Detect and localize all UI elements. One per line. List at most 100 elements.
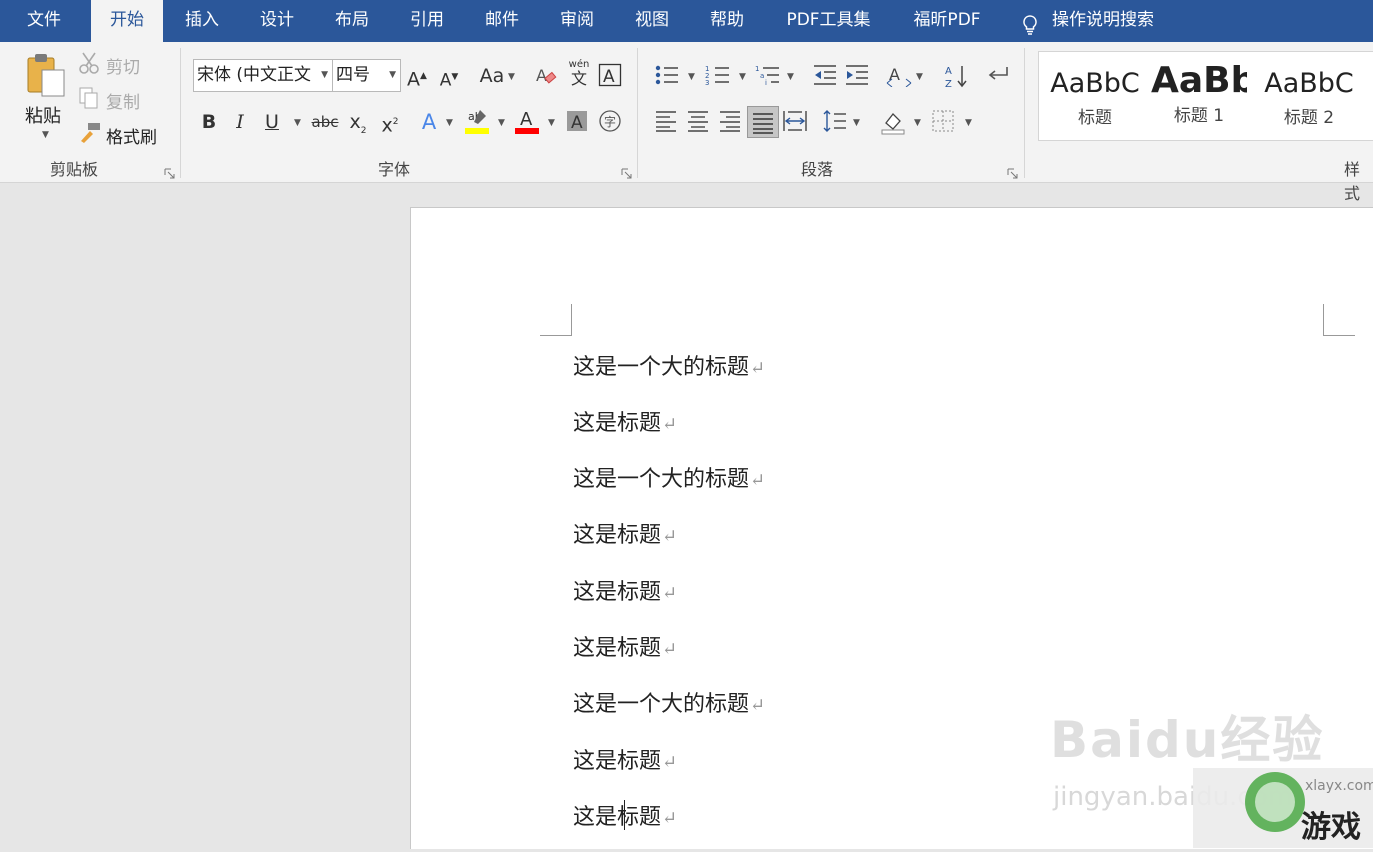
svg-text:A: A	[603, 67, 615, 87]
style-heading-2[interactable]: AaBbC 标题 2	[1257, 52, 1361, 140]
tab-view[interactable]: 视图	[616, 0, 688, 42]
format-painter-button[interactable]: 格式刷	[106, 123, 157, 148]
paragraph[interactable]: 这是标题↵	[573, 743, 677, 775]
format-painter-icon	[78, 121, 104, 147]
borders-dropdown-icon[interactable]: ▼	[965, 118, 972, 128]
paragraph-mark: ↵	[662, 752, 678, 773]
phonetic-guide-icon[interactable]: wén 文	[566, 59, 592, 91]
cut-button[interactable]: 剪切	[106, 53, 140, 78]
svg-text:A: A	[520, 109, 533, 130]
styles-group-label: 样式	[1344, 160, 1361, 203]
multilevel-dropdown-icon[interactable]: ▼	[787, 72, 794, 82]
paste-button[interactable]: 粘贴	[25, 102, 61, 128]
clear-formatting-icon[interactable]: A	[534, 63, 560, 89]
change-case-icon[interactable]: Aa	[477, 63, 507, 89]
paragraph[interactable]: 这是一个大的标题↵	[573, 461, 765, 493]
shading-icon[interactable]	[880, 109, 906, 135]
shrink-font-icon[interactable]: A▼	[436, 64, 462, 91]
distributed-icon[interactable]	[782, 109, 808, 135]
increase-indent-icon[interactable]	[844, 63, 870, 89]
game-site-url: xlayx.com	[1305, 778, 1373, 794]
highlight-color-icon[interactable]: ab	[464, 106, 490, 136]
tell-me-search[interactable]: 操作说明搜索	[1022, 0, 1154, 42]
superscript-icon[interactable]: x2	[377, 109, 403, 136]
highlight-dropdown-icon[interactable]: ▼	[498, 118, 505, 128]
justify-icon[interactable]	[747, 106, 779, 138]
paste-dropdown-icon[interactable]: ▼	[42, 130, 49, 140]
font-color-icon[interactable]: A	[514, 106, 540, 136]
tab-insert[interactable]: 插入	[166, 0, 238, 42]
paragraph[interactable]: 这是一个大的标题↵	[573, 686, 765, 718]
tab-references[interactable]: 引用	[391, 0, 463, 42]
game-site-logo: xlayx.com 游戏	[1193, 768, 1373, 848]
clipboard-group-label: 剪贴板	[50, 160, 99, 179]
styles-gallery: AaBbC 标题 AaBb 标题 1 AaBbC 标题 2	[1038, 51, 1373, 141]
font-color-dropdown-icon[interactable]: ▼	[548, 118, 555, 128]
borders-icon[interactable]	[931, 109, 957, 135]
group-divider	[180, 48, 181, 178]
svg-text:字: 字	[604, 114, 616, 129]
tab-review[interactable]: 审阅	[541, 0, 613, 42]
paragraph-dialog-launcher-icon[interactable]	[1007, 164, 1018, 179]
style-heading-1[interactable]: AaBb 标题 1	[1151, 52, 1247, 140]
paragraph[interactable]: 这是标题↵	[573, 405, 677, 437]
font-name-select[interactable]: 宋体 (中文正文 ▼	[193, 59, 333, 92]
show-hide-marks-icon[interactable]	[985, 63, 1011, 89]
bold-icon[interactable]: B	[196, 109, 222, 135]
font-size-select[interactable]: 四号 ▼	[332, 59, 401, 92]
line-spacing-icon[interactable]	[822, 109, 848, 135]
tab-mailings[interactable]: 邮件	[466, 0, 538, 42]
bullets-dropdown-icon[interactable]: ▼	[688, 72, 695, 82]
align-right-icon[interactable]	[718, 109, 744, 135]
paragraph[interactable]: 这是一个大的标题↵	[573, 349, 765, 381]
italic-icon[interactable]: I	[227, 109, 253, 135]
crop-mark-right	[1323, 304, 1355, 336]
ribbon-home: 粘贴 ▼ 剪切 复制 格式刷 剪贴板 宋体 (中文正文 ▼ 四号 ▼ A▲ A▼…	[0, 42, 1373, 203]
decrease-indent-icon[interactable]	[812, 63, 838, 89]
character-border-icon[interactable]: A	[598, 63, 624, 89]
text-cursor	[624, 800, 625, 830]
sort-icon[interactable]: AZ	[943, 63, 969, 89]
font-name-value: 宋体 (中文正文	[197, 65, 312, 85]
svg-text:A: A	[571, 113, 583, 133]
ribbon-tab-bar: 文件 开始 插入 设计 布局 引用 邮件 审阅 视图 帮助 PDF工具集 福昕P…	[0, 0, 1373, 42]
strikethrough-icon[interactable]: abc	[310, 109, 340, 135]
tab-file[interactable]: 文件	[8, 0, 80, 42]
paragraph[interactable]: 这是标题↵	[573, 630, 677, 662]
asian-layout-dropdown-icon[interactable]: ▼	[916, 72, 923, 82]
align-left-icon[interactable]	[654, 109, 680, 135]
group-divider	[1024, 48, 1025, 178]
asian-layout-icon[interactable]: A	[886, 63, 912, 89]
style-title[interactable]: AaBbC 标题	[1043, 52, 1147, 140]
align-center-icon[interactable]	[686, 109, 712, 135]
numbering-icon[interactable]: 123	[705, 63, 731, 89]
text-effects-dropdown-icon[interactable]: ▼	[446, 118, 453, 128]
change-case-dropdown-icon[interactable]: ▼	[508, 72, 515, 82]
subscript-icon[interactable]: x2	[345, 109, 371, 136]
tab-design[interactable]: 设计	[241, 0, 313, 42]
tab-home[interactable]: 开始	[91, 0, 163, 42]
paragraph[interactable]: 这是标题↵	[573, 574, 677, 606]
tab-foxit-pdf[interactable]: 福昕PDF	[896, 0, 998, 42]
clipboard-dialog-launcher-icon[interactable]	[164, 164, 175, 179]
bullets-icon[interactable]	[654, 63, 680, 89]
underline-dropdown-icon[interactable]: ▼	[294, 118, 301, 128]
tab-layout[interactable]: 布局	[316, 0, 388, 42]
grow-font-icon[interactable]: A▲	[404, 63, 430, 90]
tab-pdf-tools[interactable]: PDF工具集	[771, 0, 886, 42]
shading-dropdown-icon[interactable]: ▼	[914, 118, 921, 128]
paragraph[interactable]: 这是标题↵	[573, 517, 677, 549]
font-dialog-launcher-icon[interactable]	[621, 164, 632, 179]
line-spacing-dropdown-icon[interactable]: ▼	[853, 118, 860, 128]
copy-button[interactable]: 复制	[106, 88, 140, 113]
paragraph[interactable]: 这是标题↵	[573, 799, 677, 831]
underline-icon[interactable]: U	[259, 109, 285, 135]
tab-help[interactable]: 帮助	[691, 0, 763, 42]
svg-text:A: A	[536, 66, 547, 85]
multilevel-list-icon[interactable]: 1ai	[755, 63, 781, 89]
paste-icon[interactable]	[24, 52, 70, 98]
enclose-characters-icon[interactable]: 字	[598, 109, 624, 135]
numbering-dropdown-icon[interactable]: ▼	[739, 72, 746, 82]
text-effects-icon[interactable]: A	[416, 109, 442, 135]
character-shading-icon[interactable]: A	[565, 109, 591, 135]
